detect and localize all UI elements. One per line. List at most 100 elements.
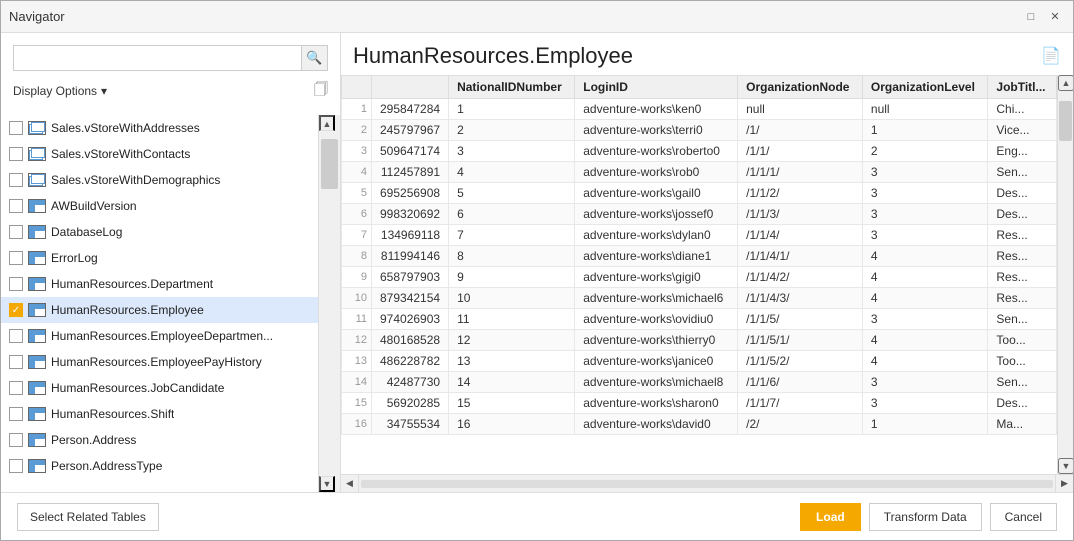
table-cell: adventure-works\gigi0 bbox=[575, 267, 738, 288]
table-cell: Too... bbox=[988, 330, 1057, 351]
tree-item[interactable]: ✓HumanResources.Employee bbox=[1, 297, 318, 323]
data-icon-button[interactable]: 📄 bbox=[1041, 46, 1061, 66]
table-cell: 6 bbox=[342, 204, 372, 225]
view-icon bbox=[27, 172, 47, 188]
table-cell: Res... bbox=[988, 225, 1057, 246]
table-cell: /1/1/5/2/ bbox=[738, 351, 863, 372]
title-bar: Navigator □ ✕ bbox=[1, 1, 1073, 33]
tree-item[interactable]: HumanResources.JobCandidate bbox=[1, 375, 318, 401]
table-row: 1248016852812adventure-works\thierry0/1/… bbox=[342, 330, 1057, 351]
tree-item-checkbox[interactable] bbox=[9, 199, 23, 213]
tree-item[interactable]: AWBuildVersion bbox=[1, 193, 318, 219]
table-icon bbox=[27, 354, 47, 370]
table-cell: 2 bbox=[449, 120, 575, 141]
bottom-right-buttons: Load Transform Data Cancel bbox=[800, 503, 1057, 531]
table-cell: /1/1/5/1/ bbox=[738, 330, 863, 351]
table-cell: Vice... bbox=[988, 120, 1057, 141]
tree-list: Sales.vStoreWithAddressesSales.vStoreWit… bbox=[1, 115, 318, 492]
load-button[interactable]: Load bbox=[800, 503, 861, 531]
table-cell: 3 bbox=[862, 183, 988, 204]
table-cell: 9 bbox=[342, 267, 372, 288]
minimize-button[interactable]: □ bbox=[1021, 7, 1041, 27]
table-cell: 879342154 bbox=[372, 288, 449, 309]
tree-item[interactable]: Sales.vStoreWithDemographics bbox=[1, 167, 318, 193]
row-number-header bbox=[342, 76, 372, 99]
tree-item[interactable]: ErrorLog bbox=[1, 245, 318, 271]
table-row: 96587979039adventure-works\gigi0/1/1/4/2… bbox=[342, 267, 1057, 288]
table-cell: 5 bbox=[449, 183, 575, 204]
horiz-scroll-right-button[interactable]: ▶ bbox=[1055, 475, 1073, 493]
table-cell: Res... bbox=[988, 288, 1057, 309]
tree-item[interactable]: HumanResources.Shift bbox=[1, 401, 318, 427]
tree-item-checkbox[interactable] bbox=[9, 433, 23, 447]
table-cell: Too... bbox=[988, 351, 1057, 372]
transform-data-button[interactable]: Transform Data bbox=[869, 503, 982, 531]
table-cell: 3 bbox=[342, 141, 372, 162]
data-header: HumanResources.Employee 📄 bbox=[341, 33, 1073, 75]
horiz-scroll-track bbox=[361, 480, 1053, 488]
table-cell: 1 bbox=[342, 99, 372, 120]
display-options-button[interactable]: Display Options ▾ bbox=[13, 84, 107, 98]
tree-item[interactable]: HumanResources.Department bbox=[1, 271, 318, 297]
table-cell: 42487730 bbox=[372, 372, 449, 393]
tree-item-label: ErrorLog bbox=[51, 251, 98, 265]
table-cell: 56920285 bbox=[372, 393, 449, 414]
table-cell: Sen... bbox=[988, 162, 1057, 183]
table-scroll-up-button[interactable]: ▲ bbox=[1058, 75, 1073, 91]
table-cell: 15 bbox=[449, 393, 575, 414]
tree-item-checkbox[interactable] bbox=[9, 121, 23, 135]
tree-item[interactable]: HumanResources.EmployeeDepartmen... bbox=[1, 323, 318, 349]
table-cell: adventure-works\gail0 bbox=[575, 183, 738, 204]
tree-item-checkbox[interactable] bbox=[9, 459, 23, 473]
tree-item-label: DatabaseLog bbox=[51, 225, 122, 239]
tree-item[interactable]: Person.AddressType bbox=[1, 453, 318, 479]
table-scroll-down-button[interactable]: ▼ bbox=[1058, 458, 1073, 474]
right-panel: HumanResources.Employee 📄 NationalIDNumb… bbox=[341, 33, 1073, 492]
tree-item[interactable]: DatabaseLog bbox=[1, 219, 318, 245]
refresh-button[interactable]: 🗍 bbox=[314, 79, 328, 103]
table-row: 12958472841adventure-works\ken0nullnullC… bbox=[342, 99, 1057, 120]
table-icon bbox=[27, 458, 47, 474]
tree-item-checkbox[interactable] bbox=[9, 277, 23, 291]
tree-item-checkbox[interactable] bbox=[9, 147, 23, 161]
cancel-button[interactable]: Cancel bbox=[990, 503, 1057, 531]
table-cell: 4 bbox=[862, 330, 988, 351]
table-cell: null bbox=[862, 99, 988, 120]
tree-item-checkbox[interactable] bbox=[9, 225, 23, 239]
select-related-tables-button[interactable]: Select Related Tables bbox=[17, 503, 159, 531]
search-button[interactable]: 🔍 bbox=[301, 46, 327, 70]
scroll-up-button[interactable]: ▲ bbox=[319, 115, 335, 131]
table-cell: 16 bbox=[449, 414, 575, 435]
tree-item[interactable]: HumanResources.EmployeePayHistory bbox=[1, 349, 318, 375]
tree-item-checkbox[interactable]: ✓ bbox=[9, 303, 23, 317]
table-cell: 811994146 bbox=[372, 246, 449, 267]
maximize-button[interactable]: ✕ bbox=[1045, 7, 1065, 27]
table-cell: 1 bbox=[449, 99, 575, 120]
data-table: NationalIDNumberLoginIDOrganizationNodeO… bbox=[341, 75, 1057, 435]
table-column-header: JobTitl... bbox=[988, 76, 1057, 99]
tree-item-label: AWBuildVersion bbox=[51, 199, 137, 213]
tree-item-checkbox[interactable] bbox=[9, 381, 23, 395]
display-options-arrow: ▾ bbox=[101, 84, 107, 98]
tree-item-label: HumanResources.EmployeeDepartmen... bbox=[51, 329, 273, 343]
horiz-scroll-left-button[interactable]: ◀ bbox=[341, 475, 359, 493]
table-row: 155692028515adventure-works\sharon0/1/1/… bbox=[342, 393, 1057, 414]
scroll-down-button[interactable]: ▼ bbox=[319, 476, 335, 492]
tree-item-checkbox[interactable] bbox=[9, 251, 23, 265]
search-input[interactable] bbox=[14, 46, 301, 70]
tree-item[interactable]: Sales.vStoreWithAddresses bbox=[1, 115, 318, 141]
tree-item-checkbox[interactable] bbox=[9, 407, 23, 421]
tree-item-checkbox[interactable] bbox=[9, 173, 23, 187]
table-cell: Chi... bbox=[988, 99, 1057, 120]
bottom-bar: Select Related Tables Load Transform Dat… bbox=[1, 492, 1073, 540]
table-cell: Des... bbox=[988, 183, 1057, 204]
tree-item[interactable]: Person.Address bbox=[1, 427, 318, 453]
table-row: 71349691187adventure-works\dylan0/1/1/4/… bbox=[342, 225, 1057, 246]
tree-item-checkbox[interactable] bbox=[9, 355, 23, 369]
table-cell: adventure-works\jossef0 bbox=[575, 204, 738, 225]
table-cell: 13 bbox=[449, 351, 575, 372]
tree-item-checkbox[interactable] bbox=[9, 329, 23, 343]
table-cell: /1/1/1/ bbox=[738, 162, 863, 183]
tree-item[interactable]: Sales.vStoreWithContacts bbox=[1, 141, 318, 167]
horizontal-scrollbar: ◀ ▶ bbox=[341, 474, 1073, 492]
